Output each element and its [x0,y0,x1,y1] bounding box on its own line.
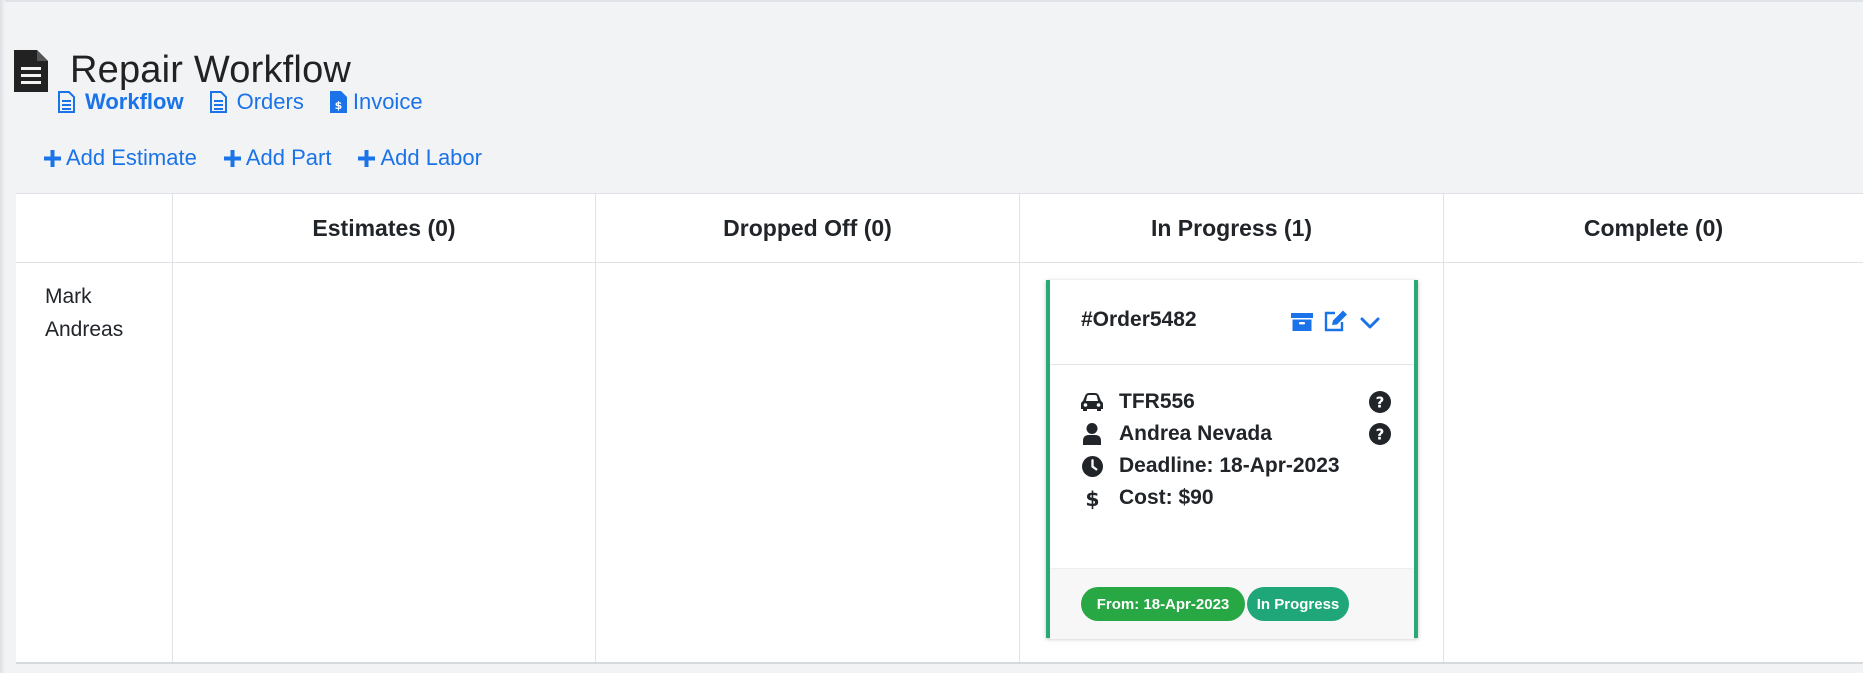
action-bar: Add Estimate Add Part Add Labor [43,145,508,171]
user-icon [1081,423,1103,445]
nav-workflow-label: Workflow [85,89,184,114]
nav-orders-link[interactable]: Orders [209,89,304,115]
column-header-dropped-off: Dropped Off (0) [723,214,892,241]
nav-invoice-label: Invoice [352,89,423,114]
status-badge: In Progress [1247,587,1349,621]
column-header-in-progress: In Progress (1) [1150,214,1313,241]
cost-row: $ Cost: $90 [1081,483,1391,513]
order-id: #Order5482 [1081,308,1197,331]
vehicle-plate: TFR556 [1119,390,1195,413]
dollar-icon: $ [1081,487,1103,510]
nav-invoice-link[interactable]: $ Invoice [329,89,423,115]
question-circle-icon[interactable]: ? [1369,391,1391,413]
car-icon [1081,391,1103,413]
plus-icon [358,149,376,167]
question-circle-icon[interactable]: ? [1369,423,1391,445]
row-label-technician: Mark Andreas [45,285,124,341]
chevron-down-icon[interactable] [1360,314,1380,334]
plus-icon [223,149,241,167]
view-nav: Workflow Orders $ Invoice [58,89,449,115]
deadline-row: Deadline: 18-Apr-2023 [1081,451,1391,481]
column-divider [1019,194,1020,662]
nav-workflow-link[interactable]: Workflow [58,89,184,115]
column-divider [172,194,173,662]
page-title: Repair Workflow [70,49,352,92]
customer-row: Andrea Nevada ? [1081,419,1391,449]
document-icon [14,49,48,92]
svg-text:$: $ [335,99,343,112]
svg-text:?: ? [1376,394,1385,412]
clock-icon [1081,455,1103,477]
svg-text:?: ? [1376,426,1385,444]
window-top-border [0,0,1863,2]
add-part-label: Add Part [245,145,332,170]
column-divider [1443,194,1444,662]
invoice-icon: $ [329,91,347,113]
add-labor-label: Add Labor [380,145,482,170]
nav-orders-label: Orders [236,89,304,114]
vehicle-row: TFR556 ? [1081,387,1391,417]
add-estimate-label: Add Estimate [66,145,197,170]
start-date-badge: From: 18-Apr-2023 [1081,587,1245,621]
column-header-complete: Complete (0) [1583,214,1724,241]
header-divider [16,262,1863,263]
workflow-board: Estimates (0) Dropped Off (0) In Progres… [16,193,1863,664]
card-footer: From: 18-Apr-2023 In Progress [1050,568,1414,639]
add-part-button[interactable]: Add Part [223,145,332,171]
document-icon [209,91,227,113]
window-left-edge [0,0,5,673]
archive-icon[interactable] [1291,311,1313,333]
column-divider [595,194,596,662]
document-icon [58,91,75,113]
cost-text: Cost: $90 [1119,486,1214,509]
order-card[interactable]: #Order5482 TFR556 ? Andrea Nevada ? Dead… [1046,280,1418,639]
plus-icon [44,149,61,167]
card-header: #Order5482 [1050,280,1414,365]
edit-icon[interactable] [1323,309,1349,333]
column-header-estimates: Estimates (0) [312,214,456,241]
svg-text:$: $ [1086,487,1099,510]
customer-name: Andrea Nevada [1119,422,1272,445]
add-estimate-button[interactable]: Add Estimate [43,145,197,171]
deadline-text: Deadline: 18-Apr-2023 [1119,454,1340,477]
add-labor-button[interactable]: Add Labor [357,145,482,171]
